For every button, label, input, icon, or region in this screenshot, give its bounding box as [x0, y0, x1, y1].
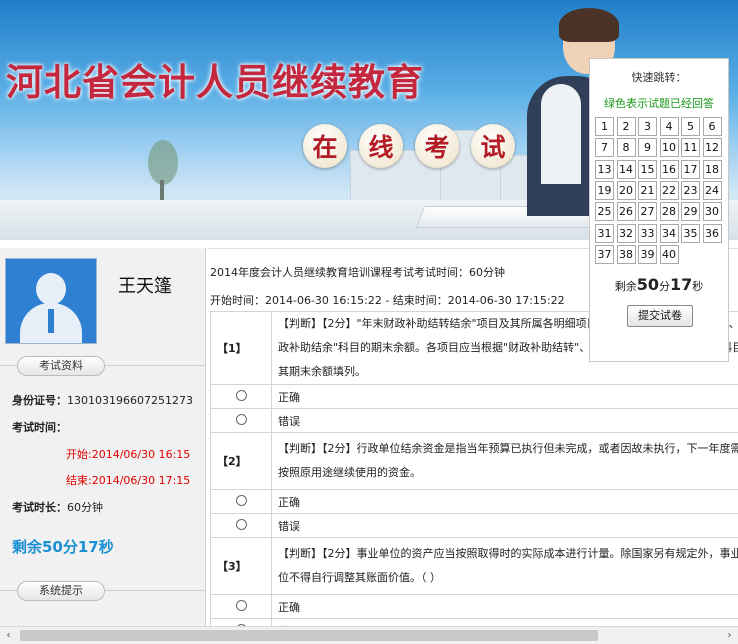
- jump-to-question-button[interactable]: 25: [595, 202, 614, 221]
- option-row[interactable]: 正确: [211, 595, 738, 619]
- exam-duration-row: 考试时长：60分钟: [12, 499, 103, 515]
- id-number-label: 身份证号：: [12, 394, 67, 407]
- question-number: 【1】: [211, 312, 272, 385]
- remaining-time: 剩余50分17秒: [12, 536, 114, 557]
- jump-to-question-button[interactable]: 16: [660, 160, 679, 179]
- jump-to-question-button[interactable]: 10: [660, 138, 679, 157]
- jump-to-question-button[interactable]: 26: [617, 202, 636, 221]
- quick-jump-hint: 绿色表示试题已经回答: [590, 95, 728, 111]
- quick-jump-remaining: 剩余50分17秒: [590, 275, 728, 294]
- exam-info-section-label: 考试资料: [17, 356, 105, 376]
- exam-time-range: 开始时间：2014-06-30 16:15:22 - 结束时间：2014-06-…: [210, 292, 565, 308]
- scrollbar-thumb[interactable]: [20, 630, 598, 641]
- subtitle-char: 线: [359, 124, 403, 168]
- id-number-value: 130103196607251273: [67, 394, 193, 407]
- subtitle-char: 在: [303, 124, 347, 168]
- option-label[interactable]: 正确: [272, 490, 738, 514]
- id-number-row: 身份证号：130103196607251273: [12, 392, 193, 408]
- option-label[interactable]: 正确: [272, 385, 738, 409]
- jump-to-question-button[interactable]: 11: [681, 138, 700, 157]
- jump-to-question-button[interactable]: 7: [595, 138, 614, 157]
- option-radio[interactable]: [211, 514, 272, 538]
- question-number: 【2】: [211, 433, 272, 490]
- jump-to-question-button[interactable]: 33: [638, 224, 657, 243]
- exam-end-time: 结束:2014/06/30 17:15: [66, 472, 190, 488]
- option-row[interactable]: 正确: [211, 490, 738, 514]
- jump-to-question-button[interactable]: 40: [660, 245, 679, 264]
- exam-title: 2014年度会计人员继续教育培训课程考试考试时间：60分钟: [210, 264, 505, 280]
- jump-to-question-button[interactable]: 31: [595, 224, 614, 243]
- quick-jump-panel: 快速跳转： 绿色表示试题已经回答 12345678910111213141516…: [589, 58, 729, 362]
- question-text: 【判断】【2分】行政单位结余资金是指当年预算已执行但未完成，或者因故未执行，下一…: [272, 433, 738, 490]
- question-number: 【3】: [211, 538, 272, 595]
- jump-to-question-button[interactable]: 15: [638, 160, 657, 179]
- exam-start-time: 开始:2014/06/30 16:15: [66, 446, 190, 462]
- jump-to-question-button[interactable]: 4: [660, 117, 679, 136]
- jump-to-question-button[interactable]: 20: [617, 181, 636, 200]
- jump-to-question-button[interactable]: 29: [681, 202, 700, 221]
- jump-to-question-button[interactable]: 18: [703, 160, 722, 179]
- user-info-panel: 王天篷 考试资料 身份证号：130103196607251273 考试时间： 开…: [0, 248, 206, 643]
- option-label[interactable]: 错误: [272, 409, 738, 433]
- jump-to-question-button[interactable]: 6: [703, 117, 722, 136]
- banner-subtitle: 在 线 考 试: [303, 124, 515, 168]
- jump-to-question-button[interactable]: 32: [617, 224, 636, 243]
- user-name: 王天篷: [118, 272, 172, 298]
- option-radio[interactable]: [211, 385, 272, 409]
- scroll-left-arrow-icon[interactable]: ‹: [0, 627, 17, 644]
- jump-to-question-button[interactable]: 21: [638, 181, 657, 200]
- duration-value: 60分钟: [67, 501, 103, 514]
- jump-to-question-button[interactable]: 5: [681, 117, 700, 136]
- jump-to-question-button[interactable]: 22: [660, 181, 679, 200]
- banner-title: 河北省会计人员继续教育: [6, 52, 424, 106]
- jump-to-question-button[interactable]: 34: [660, 224, 679, 243]
- system-tips-section-label: 系统提示: [17, 581, 105, 601]
- jump-to-question-button[interactable]: 3: [638, 117, 657, 136]
- jump-to-question-button[interactable]: 27: [638, 202, 657, 221]
- quick-jump-title: 快速跳转：: [590, 69, 728, 85]
- jump-to-question-button[interactable]: 30: [703, 202, 722, 221]
- jump-to-question-button[interactable]: 24: [703, 181, 722, 200]
- jump-to-question-button[interactable]: 2: [617, 117, 636, 136]
- jump-to-question-button[interactable]: 9: [638, 138, 657, 157]
- subtitle-char: 考: [415, 124, 459, 168]
- jump-to-question-button[interactable]: 8: [617, 138, 636, 157]
- tree-graphic: [148, 140, 178, 185]
- option-radio[interactable]: [211, 490, 272, 514]
- option-radio[interactable]: [211, 595, 272, 619]
- jump-to-question-button[interactable]: 39: [638, 245, 657, 264]
- jump-to-question-button[interactable]: 19: [595, 181, 614, 200]
- option-radio[interactable]: [211, 409, 272, 433]
- question-row: 【2】 【判断】【2分】行政单位结余资金是指当年预算已执行但未完成，或者因故未执…: [211, 433, 738, 490]
- option-row[interactable]: 正确: [211, 385, 738, 409]
- duration-label: 考试时长：: [12, 501, 67, 514]
- jump-to-question-button[interactable]: 23: [681, 181, 700, 200]
- jump-to-question-button[interactable]: 12: [703, 138, 722, 157]
- jump-to-question-button[interactable]: 14: [617, 160, 636, 179]
- jump-to-question-button[interactable]: 28: [660, 202, 679, 221]
- jump-to-question-button[interactable]: 37: [595, 245, 614, 264]
- scroll-right-arrow-icon[interactable]: ›: [721, 627, 738, 644]
- option-label[interactable]: 错误: [272, 514, 738, 538]
- jump-to-question-button[interactable]: 1: [595, 117, 614, 136]
- exam-time-label: 考试时间：: [12, 419, 67, 435]
- jump-to-question-button[interactable]: 36: [703, 224, 722, 243]
- jump-to-question-button[interactable]: 17: [681, 160, 700, 179]
- jump-to-question-button[interactable]: 38: [617, 245, 636, 264]
- option-row[interactable]: 错误: [211, 409, 738, 433]
- submit-exam-button[interactable]: 提交试卷: [627, 305, 693, 327]
- jump-to-question-button[interactable]: 13: [595, 160, 614, 179]
- horizontal-scrollbar[interactable]: ‹ ›: [0, 626, 738, 644]
- question-text: 【判断】【2分】事业单位的资产应当按照取得时的实际成本进行计量。除国家另有规定外…: [272, 538, 738, 595]
- option-label[interactable]: 正确: [272, 595, 738, 619]
- question-row: 【3】 【判断】【2分】事业单位的资产应当按照取得时的实际成本进行计量。除国家另…: [211, 538, 738, 595]
- avatar: [5, 258, 97, 344]
- jump-to-question-button[interactable]: 35: [681, 224, 700, 243]
- option-row[interactable]: 错误: [211, 514, 738, 538]
